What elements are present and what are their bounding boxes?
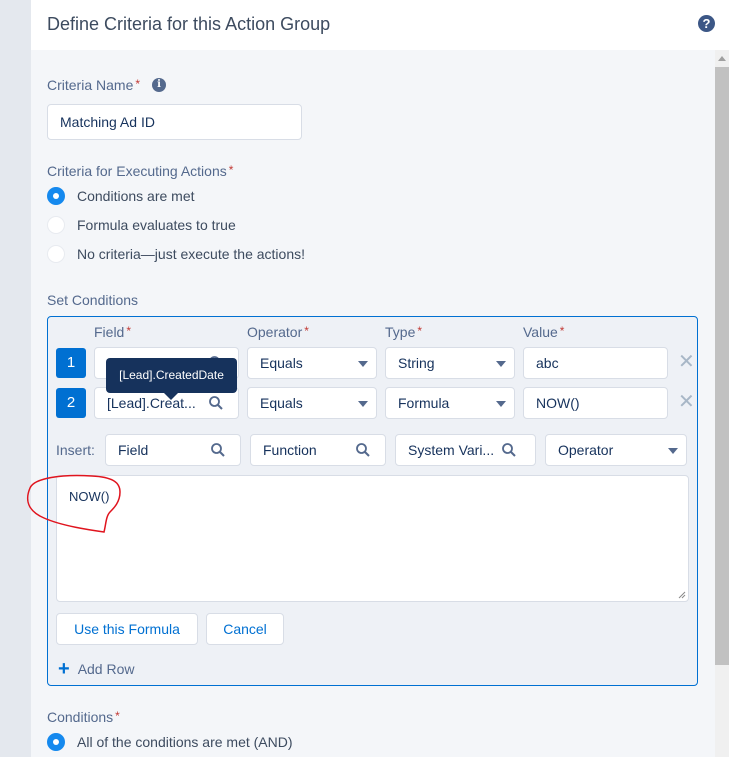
criteria-name-label-text: Criteria Name: [47, 77, 134, 93]
operator-select[interactable]: Equals: [247, 387, 377, 419]
column-header-value: Value *: [523, 324, 564, 340]
plus-icon: +: [58, 658, 70, 680]
column-header-text: Operator: [247, 324, 303, 340]
row-number-badge: 2: [56, 388, 86, 418]
value-text: NOW(): [536, 395, 580, 411]
left-sidebar-strip: [0, 0, 31, 757]
required-mark: *: [304, 324, 309, 338]
criteria-executing-label: Criteria for Executing Actions *: [47, 163, 233, 179]
formula-text: NOW(): [69, 489, 110, 504]
search-icon[interactable]: [501, 442, 517, 458]
search-icon[interactable]: [208, 395, 224, 411]
required-mark: *: [126, 324, 132, 338]
type-value: Formula: [398, 395, 450, 411]
remove-row-icon[interactable]: ✕: [678, 392, 695, 412]
chevron-down-icon: [358, 361, 368, 367]
required-mark: *: [559, 324, 565, 338]
insert-field-placeholder: Field: [118, 442, 149, 458]
radio-button-checked[interactable]: [47, 733, 65, 751]
column-header-field: Field *: [94, 324, 131, 340]
operator-value: Equals: [260, 355, 303, 371]
criteria-panel: Define Criteria for this Action Group ? …: [31, 0, 729, 757]
field-tooltip: [Lead].CreatedDate: [106, 358, 237, 400]
required-mark: *: [135, 77, 141, 91]
remove-row-icon[interactable]: ✕: [678, 352, 695, 372]
radio-button[interactable]: [47, 216, 65, 234]
chevron-down-icon: [496, 361, 506, 367]
column-header-operator: Operator *: [247, 324, 309, 340]
required-mark: *: [115, 709, 120, 723]
add-row-label: Add Row: [77, 661, 135, 677]
type-value: String: [398, 355, 435, 371]
set-conditions-label: Set Conditions: [47, 292, 139, 308]
column-header-text: Value: [523, 324, 558, 340]
radio-button-checked[interactable]: [47, 187, 65, 205]
type-select[interactable]: String: [385, 347, 515, 379]
criteria-name-label: Criteria Name *: [47, 77, 140, 93]
value-text: abc: [536, 355, 559, 371]
radio-label: All of the conditions are met (AND): [77, 734, 293, 750]
info-icon[interactable]: i: [152, 78, 166, 92]
column-header-text: Type: [385, 324, 416, 340]
criteria-executing-label-text: Criteria for Executing Actions: [47, 163, 227, 179]
insert-operator-placeholder: Operator: [558, 442, 614, 458]
search-icon[interactable]: [355, 442, 371, 458]
radio-label: Formula evaluates to true: [77, 217, 236, 233]
radio-label: No criteria—just execute the actions!: [77, 246, 305, 262]
scrollbar[interactable]: [715, 50, 729, 757]
question-circle-icon[interactable]: ?: [698, 15, 715, 32]
column-header-text: Field: [94, 324, 125, 340]
add-row-button[interactable]: + Add Row: [58, 658, 135, 680]
insert-operator-select[interactable]: Operator: [545, 434, 687, 466]
radio-all-conditions-and[interactable]: All of the conditions are met (AND): [47, 733, 293, 751]
required-mark: *: [417, 324, 423, 338]
formula-textarea[interactable]: NOW(): [56, 475, 689, 602]
field-value: [Lead].Creat...: [107, 395, 196, 411]
value-input[interactable]: NOW(): [523, 387, 668, 419]
row-number-badge: 1: [56, 348, 86, 378]
conditions-label: Conditions *: [47, 709, 120, 725]
insert-label: Insert:: [56, 442, 95, 458]
chevron-down-icon: [358, 401, 368, 407]
page-title: Define Criteria for this Action Group: [47, 14, 331, 34]
scroll-up-arrow-icon[interactable]: [718, 56, 726, 61]
required-mark: *: [228, 163, 234, 177]
criteria-name-input[interactable]: Matching Ad ID: [47, 104, 302, 140]
insert-system-variable-placeholder: System Vari...: [408, 442, 495, 458]
use-formula-button[interactable]: Use this Formula: [56, 613, 198, 645]
chevron-down-icon: [668, 448, 678, 454]
insert-function-input[interactable]: Function: [250, 434, 386, 466]
radio-no-criteria[interactable]: No criteria—just execute the actions!: [47, 245, 305, 263]
panel-header: Define Criteria for this Action Group ?: [31, 0, 729, 50]
insert-system-variable-input[interactable]: System Vari...: [395, 434, 536, 466]
criteria-name-value: Matching Ad ID: [60, 114, 155, 130]
search-icon[interactable]: [210, 442, 226, 458]
cancel-button[interactable]: Cancel: [206, 613, 284, 645]
value-input[interactable]: abc: [523, 347, 668, 379]
type-select[interactable]: Formula: [385, 387, 515, 419]
radio-conditions-met[interactable]: Conditions are met: [47, 187, 195, 205]
column-header-type: Type *: [385, 324, 422, 340]
radio-button[interactable]: [47, 245, 65, 263]
scroll-thumb[interactable]: [715, 67, 729, 665]
resize-grip-icon[interactable]: [678, 591, 686, 599]
radio-label: Conditions are met: [77, 188, 195, 204]
insert-field-input[interactable]: Field: [105, 434, 241, 466]
conditions-box: Field * Operator * Type * Value * 1 Equals S…: [47, 316, 698, 686]
operator-select[interactable]: Equals: [247, 347, 377, 379]
conditions-label-text: Conditions: [47, 709, 114, 725]
insert-function-placeholder: Function: [263, 442, 317, 458]
operator-value: Equals: [260, 395, 303, 411]
chevron-down-icon: [496, 401, 506, 407]
radio-formula-true[interactable]: Formula evaluates to true: [47, 216, 236, 234]
